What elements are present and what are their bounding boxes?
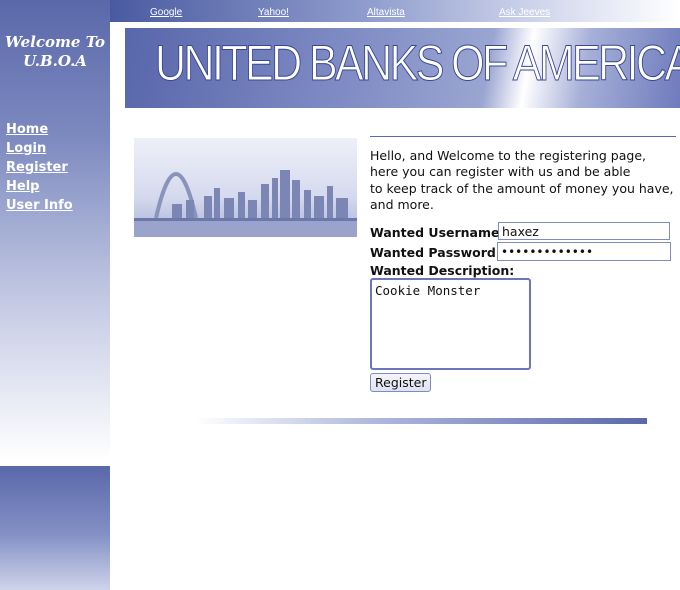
username-input[interactable] — [498, 222, 670, 240]
intro-line: to keep track of the amount of money you… — [370, 180, 674, 196]
nav-login[interactable]: Login — [6, 139, 73, 158]
content-divider-top — [370, 136, 676, 137]
intro-line: here you can register with us and be abl… — [370, 164, 631, 180]
intro-line: and more. — [370, 196, 434, 212]
banner-title: UNITED BANKS OF AMERICA — [155, 35, 680, 92]
sidebar-welcome: Welcome To U.B.O.A — [0, 33, 110, 71]
password-label: Wanted Password: — [370, 245, 501, 260]
description-label: Wanted Description: — [370, 263, 515, 278]
sidebar: Welcome To U.B.O.A Home Login Register H… — [0, 0, 110, 460]
intro-line: Hello, and Welcome to the registering pa… — [370, 148, 646, 163]
register-button[interactable]: Register — [370, 373, 432, 392]
sidebar-bottom-panel — [0, 466, 110, 590]
intro-text: Hello, and Welcome to the registering pa… — [370, 148, 676, 213]
nav-user-info[interactable]: User Info — [6, 196, 73, 215]
header-banner: UNITED BANKS OF AMERICA — [125, 28, 680, 108]
description-textarea[interactable]: Cookie Monster — [370, 278, 531, 370]
nav-home[interactable]: Home — [6, 120, 73, 139]
nav-help[interactable]: Help — [6, 177, 73, 196]
sidebar-nav: Home Login Register Help User Info — [6, 120, 73, 215]
link-ask-jeeves[interactable]: Ask Jeeves — [499, 7, 550, 18]
password-input[interactable] — [497, 242, 671, 261]
link-altavista[interactable]: Altavista — [367, 7, 405, 18]
welcome-line-2: U.B.O.A — [23, 52, 87, 70]
skyline-illustration — [134, 170, 357, 237]
nav-register[interactable]: Register — [6, 158, 73, 177]
city-skyline-image — [134, 138, 357, 237]
link-google[interactable]: Google — [150, 7, 182, 18]
welcome-line-1: Welcome To — [4, 33, 106, 51]
top-links-bar: Google Yahoo! Altavista Ask Jeeves — [110, 0, 680, 22]
content-divider-bottom — [195, 418, 647, 424]
link-yahoo[interactable]: Yahoo! — [258, 7, 289, 18]
username-label: Wanted Username: — [370, 225, 505, 240]
